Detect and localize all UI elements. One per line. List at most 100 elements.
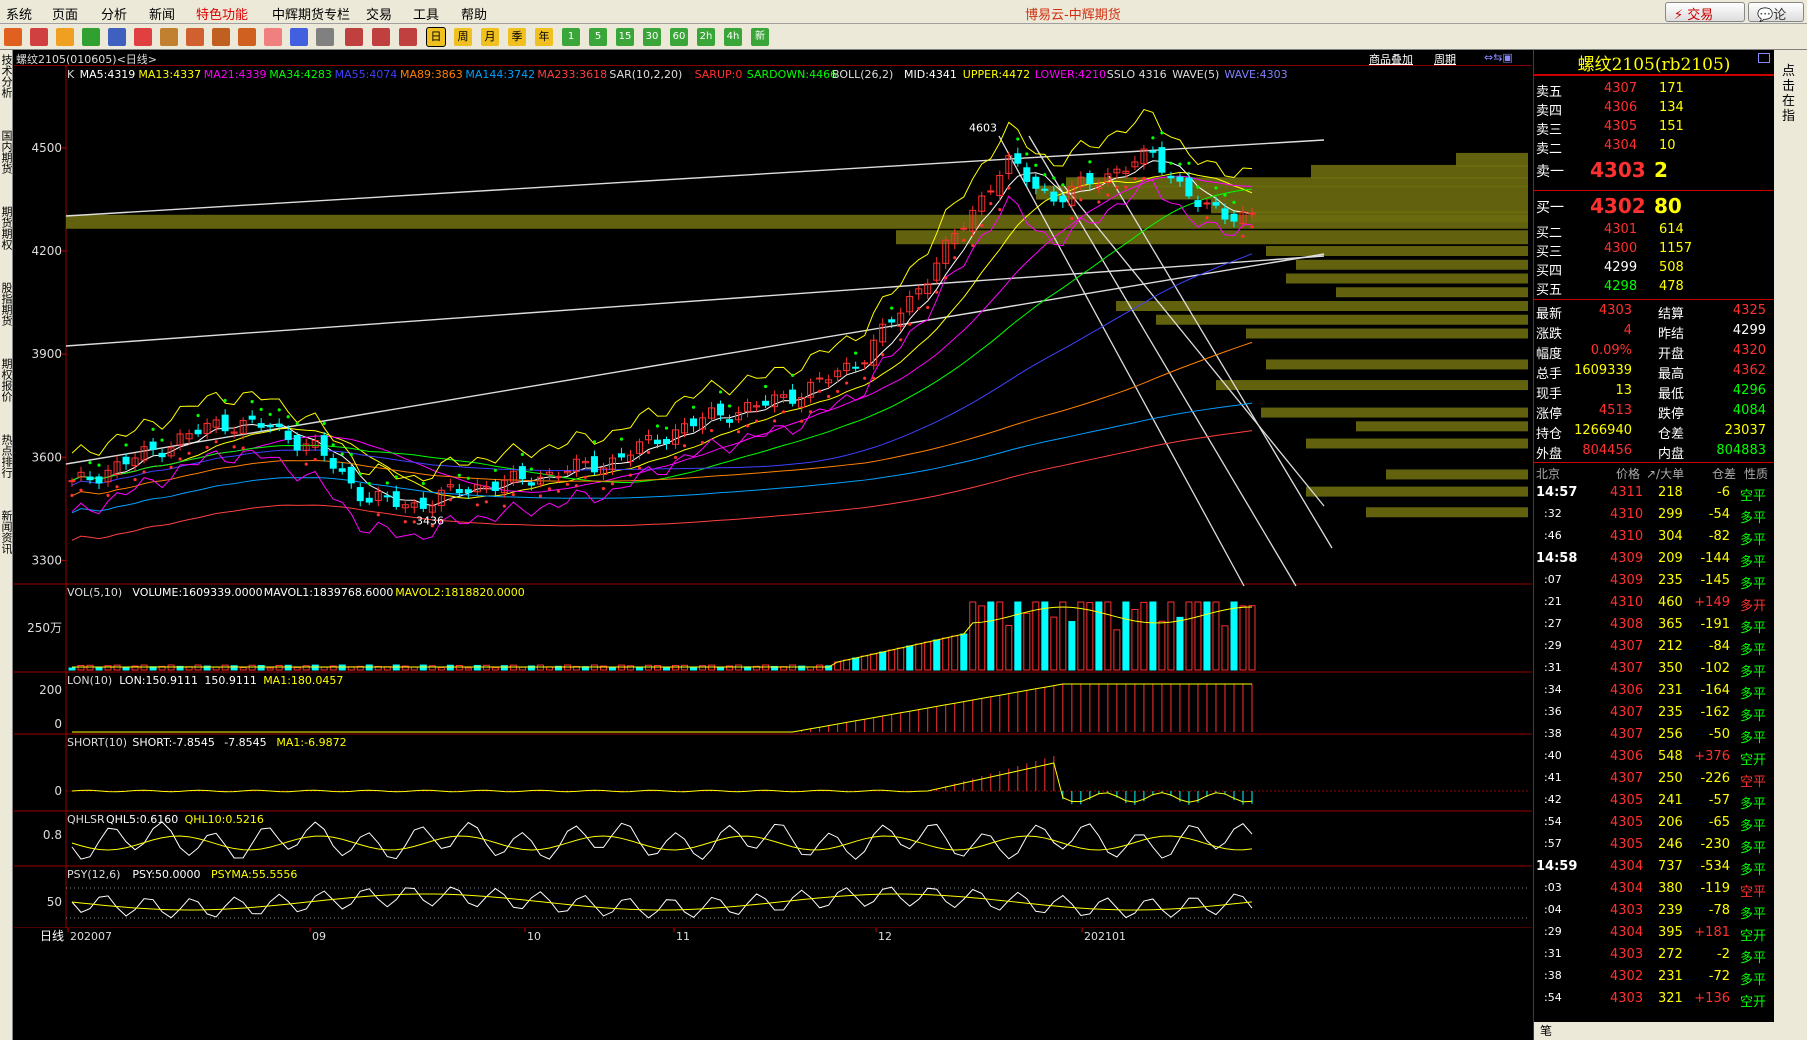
back-icon[interactable]: [4, 28, 22, 46]
alert-icon[interactable]: [290, 28, 308, 46]
quote-footer-tab[interactable]: 笔: [1534, 1022, 1774, 1040]
period-button-12[interactable]: 新: [751, 28, 769, 46]
candle-body: [690, 418, 698, 427]
volume-bar: [302, 665, 310, 671]
sar-dot: [1070, 216, 1074, 220]
left-tab-2[interactable]: 期货期权: [0, 206, 13, 250]
tick-type: 空平: [1740, 885, 1767, 900]
new-icon[interactable]: [316, 28, 334, 46]
filter-icon[interactable]: [264, 28, 282, 46]
bid-volume: 80: [1654, 194, 1682, 218]
tick-row: :31 4307 350 -102 多平: [1534, 660, 1774, 682]
layout-icon[interactable]: [108, 28, 126, 46]
period-button-7[interactable]: 15: [616, 28, 634, 46]
brush-icon[interactable]: [238, 28, 256, 46]
tick-price: 4309: [1610, 551, 1644, 566]
left-tab-6[interactable]: 新闻资讯: [0, 510, 13, 554]
tick-icon[interactable]: [399, 28, 417, 46]
chart-svg[interactable]: K MA5:4319 MA13:4337 MA21:4339 MA34:4283 MA55…: [14, 66, 1532, 1040]
search-icon[interactable]: [186, 28, 204, 46]
sar-dot: [1151, 136, 1155, 140]
sar-dot: [872, 376, 876, 380]
menu-item-8[interactable]: 帮助: [461, 4, 487, 23]
date-tick-label: 10: [527, 930, 541, 943]
menu-item-7[interactable]: 工具: [413, 4, 439, 23]
left-tab-1[interactable]: 国内期货: [0, 130, 13, 174]
period-button-2[interactable]: 月: [481, 28, 499, 46]
draw-icon[interactable]: [212, 28, 230, 46]
chart-control-icons[interactable]: ⇔⇆▣: [1484, 51, 1513, 64]
tick-price: 4303: [1610, 903, 1644, 918]
tick-type: 空开: [1740, 995, 1767, 1010]
candle-body: [284, 430, 292, 440]
folder-icon[interactable]: [56, 28, 74, 46]
volume-bar: [879, 651, 887, 671]
menu-item-1[interactable]: 页面: [52, 4, 78, 23]
menu-item-3[interactable]: 新闻: [149, 4, 175, 23]
overlay-link[interactable]: 商品叠加: [1369, 51, 1413, 67]
tick-type: 空开: [1740, 929, 1767, 944]
tick-time: :38: [1544, 727, 1562, 740]
sar-dot: [340, 452, 344, 456]
period-button-5[interactable]: 1: [562, 28, 580, 46]
home-icon[interactable]: [30, 28, 48, 46]
candle-body: [248, 415, 256, 420]
zoom-in-icon[interactable]: [134, 28, 152, 46]
kline-chart-area[interactable]: 螺纹2105(010605)<日线> 商品叠加 周期 ⇔⇆▣ K MA5:4319…: [14, 50, 1532, 1040]
menu-item-5[interactable]: 中辉期货专栏: [272, 4, 350, 23]
sar-dot: [718, 390, 723, 394]
period-button-8[interactable]: 30: [643, 28, 661, 46]
left-tab-0[interactable]: 技术分析: [0, 54, 13, 98]
menu-item-0[interactable]: 系统: [6, 4, 32, 23]
period-button-10[interactable]: 2h: [697, 28, 715, 46]
period-button-9[interactable]: 60: [670, 28, 688, 46]
stat-value: 4325: [1732, 303, 1766, 318]
period-button-0[interactable]: 日: [426, 27, 446, 47]
volume-bar: [789, 664, 797, 671]
maximize-icon[interactable]: [1758, 53, 1770, 63]
period-button-4[interactable]: 年: [535, 28, 553, 46]
tick-price: 4307: [1610, 661, 1644, 676]
sar-dot: [286, 415, 290, 419]
tick-price: 4306: [1610, 683, 1644, 698]
tick-time: :41: [1544, 771, 1562, 784]
table-icon[interactable]: [345, 28, 363, 46]
refresh-icon[interactable]: [82, 28, 100, 46]
tick-volume: 239: [1658, 903, 1683, 918]
tick-volume: 231: [1658, 969, 1683, 984]
left-tab-3[interactable]: 股指期货: [0, 282, 13, 326]
sar-dot: [502, 504, 506, 508]
tick-volume: 231: [1658, 683, 1683, 698]
ma-line-233: [71, 430, 1253, 541]
trade-button[interactable]: ⚡ 交易: [1665, 2, 1745, 23]
sar-dot: [610, 482, 615, 486]
tick-volume: 218: [1658, 485, 1683, 500]
sar-dot: [791, 373, 795, 377]
chart-icon[interactable]: [372, 28, 390, 46]
candle-body: [1059, 195, 1067, 203]
toolbar: 日周月季年 1 5 15 30 60 2h 4h 新: [0, 24, 1807, 50]
period-button-6[interactable]: 5: [589, 28, 607, 46]
zoom-out-icon[interactable]: [160, 28, 178, 46]
left-tab-4[interactable]: 期权报价: [0, 358, 13, 402]
left-tab-5[interactable]: 热点排行: [0, 434, 13, 478]
tick-row: 14:57 4311 218 -6 空平: [1534, 484, 1774, 506]
stat-label: 最低: [1658, 387, 1685, 402]
right-info-strip[interactable]: 点击在指: [1774, 50, 1807, 1040]
menu-item-6[interactable]: 交易: [366, 4, 392, 23]
date-tick-label: 09: [312, 930, 326, 943]
period-button-11[interactable]: 4h: [724, 28, 742, 46]
menu-item-2[interactable]: 分析: [101, 4, 127, 23]
stat-value: 804456: [1582, 443, 1632, 458]
tick-oi-change: +136: [1694, 991, 1730, 1006]
period-link[interactable]: 周期: [1434, 51, 1456, 67]
candle-body: [960, 227, 968, 230]
volume-profile-bar: [1306, 438, 1528, 449]
menu-item-4[interactable]: 特色功能: [196, 4, 248, 23]
period-button-3[interactable]: 季: [508, 28, 526, 46]
forum-button[interactable]: 💬论坛: [1748, 2, 1804, 42]
quote-row: 现手 13 最低 4296: [1534, 382, 1774, 402]
sar-dot: [953, 256, 957, 260]
tick-price: 4307: [1610, 639, 1644, 654]
period-button-1[interactable]: 周: [454, 28, 472, 46]
